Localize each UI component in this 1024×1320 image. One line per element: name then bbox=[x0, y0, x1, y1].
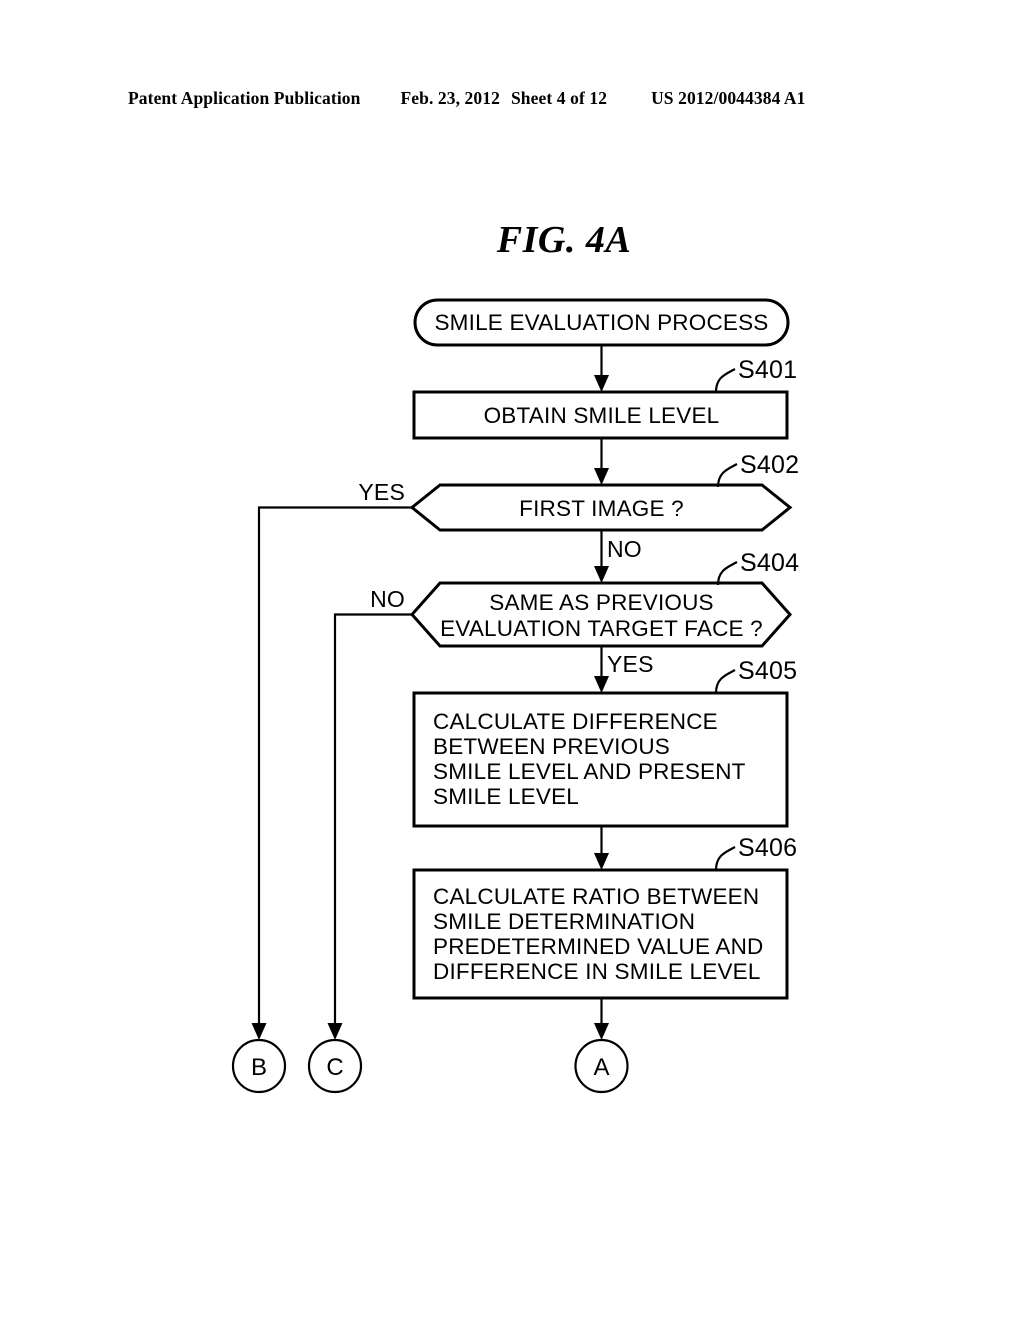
node-s406: CALCULATE RATIO BETWEEN SMILE DETERMINAT… bbox=[412, 868, 789, 1000]
node-s405: CALCULATE DIFFERENCE BETWEEN PREVIOUS SM… bbox=[412, 691, 789, 828]
branch-s404-no-path bbox=[327, 613, 412, 1040]
s406-label-line-3: PREDETERMINED VALUE AND bbox=[433, 934, 764, 959]
node-s401: OBTAIN SMILE LEVEL bbox=[412, 390, 789, 440]
connector-b-label: B bbox=[251, 1054, 267, 1081]
s405-label-line-4: SMILE LEVEL bbox=[433, 784, 579, 809]
s402-label-line-1: FIRST IMAGE ? bbox=[519, 496, 684, 521]
s404-step-number: S404 bbox=[740, 549, 799, 577]
connector-c-label: C bbox=[326, 1054, 343, 1081]
arrow-s405-to-s406 bbox=[594, 826, 609, 870]
connector-c: C bbox=[307, 1038, 363, 1094]
s406-label-line-1: CALCULATE RATIO BETWEEN bbox=[433, 884, 759, 909]
s404-branch-no-label: NO bbox=[370, 586, 405, 612]
s404-step-leader: S404 bbox=[716, 549, 799, 586]
connector-a-label: A bbox=[593, 1054, 609, 1081]
arrow-s401-to-s402 bbox=[594, 438, 609, 485]
start-terminator-label: SMILE EVALUATION PROCESS bbox=[434, 310, 768, 335]
s401-step-number: S401 bbox=[738, 356, 797, 384]
s405-label-line-3: SMILE LEVEL AND PRESENT bbox=[433, 759, 746, 784]
node-start: SMILE EVALUATION PROCESS bbox=[413, 298, 790, 347]
s404-label-line-1: SAME AS PREVIOUS bbox=[489, 590, 714, 615]
connector-a: A bbox=[574, 1038, 629, 1094]
s405-label-line-1: CALCULATE DIFFERENCE bbox=[433, 709, 718, 734]
s402-step-leader: S402 bbox=[716, 451, 799, 488]
s404-label-line-2: EVALUATION TARGET FACE ? bbox=[440, 616, 763, 641]
s402-step-number: S402 bbox=[740, 451, 799, 479]
s406-label-line-2: SMILE DETERMINATION bbox=[433, 909, 695, 934]
s402-branch-yes-label: YES bbox=[358, 479, 405, 505]
s405-step-leader: S405 bbox=[714, 657, 797, 694]
flowchart-diagram: SMILE EVALUATION PROCESS OBTAIN SMILE LE… bbox=[231, 298, 799, 1094]
node-s402: FIRST IMAGE ? bbox=[409, 483, 793, 532]
s401-label-line-1: OBTAIN SMILE LEVEL bbox=[484, 403, 720, 428]
s401-step-leader: S401 bbox=[714, 356, 797, 393]
arrow-s406-to-conn-a bbox=[594, 998, 609, 1040]
s405-label-line-2: BETWEEN PREVIOUS bbox=[433, 734, 670, 759]
arrow-start-to-s401 bbox=[594, 345, 609, 392]
connector-b: B bbox=[231, 1038, 287, 1094]
node-s404: SAME AS PREVIOUS EVALUATION TARGET FACE … bbox=[409, 581, 793, 648]
s406-step-number: S406 bbox=[738, 834, 797, 862]
s406-label-line-4: DIFFERENCE IN SMILE LEVEL bbox=[433, 959, 761, 984]
s405-step-number: S405 bbox=[738, 657, 797, 685]
s402-branch-no-label: NO bbox=[607, 536, 642, 562]
s404-branch-yes-label: YES bbox=[607, 651, 654, 677]
s406-step-leader: S406 bbox=[714, 834, 797, 871]
